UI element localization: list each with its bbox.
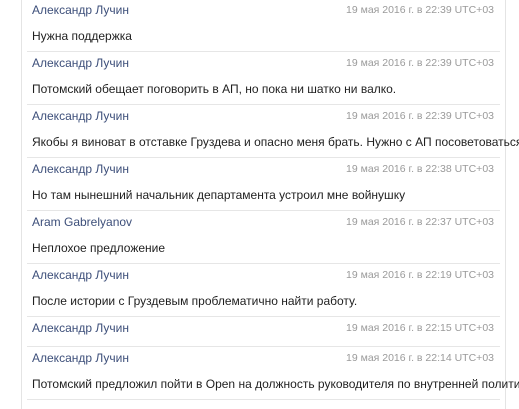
message-item: Александр Лучин 19 мая 2016 г. в 22:39 U… bbox=[27, 0, 500, 52]
message-timestamp: 19 мая 2016 г. в 22:38 UTC+03 bbox=[346, 163, 494, 175]
message-text: Неплохое предложение bbox=[32, 241, 166, 255]
message-item: Александр Лучин 19 мая 2016 г. в 22:19 U… bbox=[27, 264, 500, 317]
chat-window: Александр Лучин 19 мая 2016 г. в 22:39 U… bbox=[0, 0, 519, 409]
message-timestamp: 19 мая 2016 г. в 22:37 UTC+03 bbox=[346, 216, 494, 228]
message-timestamp: 19 мая 2016 г. в 22:14 UTC+03 bbox=[346, 352, 494, 364]
message-author[interactable]: Александр Лучин bbox=[32, 321, 129, 335]
message-timestamp: 19 мая 2016 г. в 22:39 UTC+03 bbox=[346, 4, 494, 16]
message-author[interactable]: Александр Лучин bbox=[32, 56, 129, 70]
message-author[interactable]: Александр Лучин bbox=[32, 351, 129, 365]
message-timestamp: 19 мая 2016 г. в 22:15 UTC+03 bbox=[346, 322, 494, 334]
message-text: Потомский обещает поговорить в АП, но по… bbox=[32, 82, 397, 96]
message-author[interactable]: Aram Gabrelyanov bbox=[32, 215, 132, 229]
message-author[interactable]: Александр Лучин bbox=[32, 109, 129, 123]
message-item: Александр Лучин 19 мая 2016 г. в 22:39 U… bbox=[27, 105, 519, 158]
message-text: Потомский предложил пойти в Open на долж… bbox=[32, 377, 519, 391]
message-separator bbox=[27, 399, 500, 400]
right-divider bbox=[505, 0, 506, 409]
message-timestamp: 19 мая 2016 г. в 22:19 UTC+03 bbox=[346, 269, 494, 281]
message-item: Aram Gabrelyanov 19 мая 2016 г. в 22:37 … bbox=[27, 211, 500, 264]
message-item: Александр Лучин 19 мая 2016 г. в 22:15 U… bbox=[27, 317, 500, 347]
message-text: Но там нынешний начальник департамента у… bbox=[32, 188, 406, 202]
message-text: Якобы я виноват в отставке Груздева и оп… bbox=[32, 135, 519, 149]
message-text: Нужна поддержка bbox=[32, 29, 132, 43]
message-text: После истории с Груздевым проблематично … bbox=[32, 294, 358, 308]
message-item: Александр Лучин 19 мая 2016 г. в 22:39 U… bbox=[27, 52, 500, 105]
message-author[interactable]: Александр Лучин bbox=[32, 268, 129, 282]
message-item: Александр Лучин 19 мая 2016 г. в 22:38 U… bbox=[27, 158, 500, 211]
message-timestamp: 19 мая 2016 г. в 22:39 UTC+03 bbox=[346, 57, 494, 69]
message-item: Александр Лучин 19 мая 2016 г. в 22:14 U… bbox=[27, 347, 519, 400]
message-author[interactable]: Александр Лучин bbox=[32, 162, 129, 176]
message-timestamp: 19 мая 2016 г. в 22:39 UTC+03 bbox=[346, 110, 494, 122]
message-feed[interactable]: Александр Лучин 19 мая 2016 г. в 22:39 U… bbox=[0, 0, 519, 409]
message-author[interactable]: Александр Лучин bbox=[32, 3, 129, 17]
